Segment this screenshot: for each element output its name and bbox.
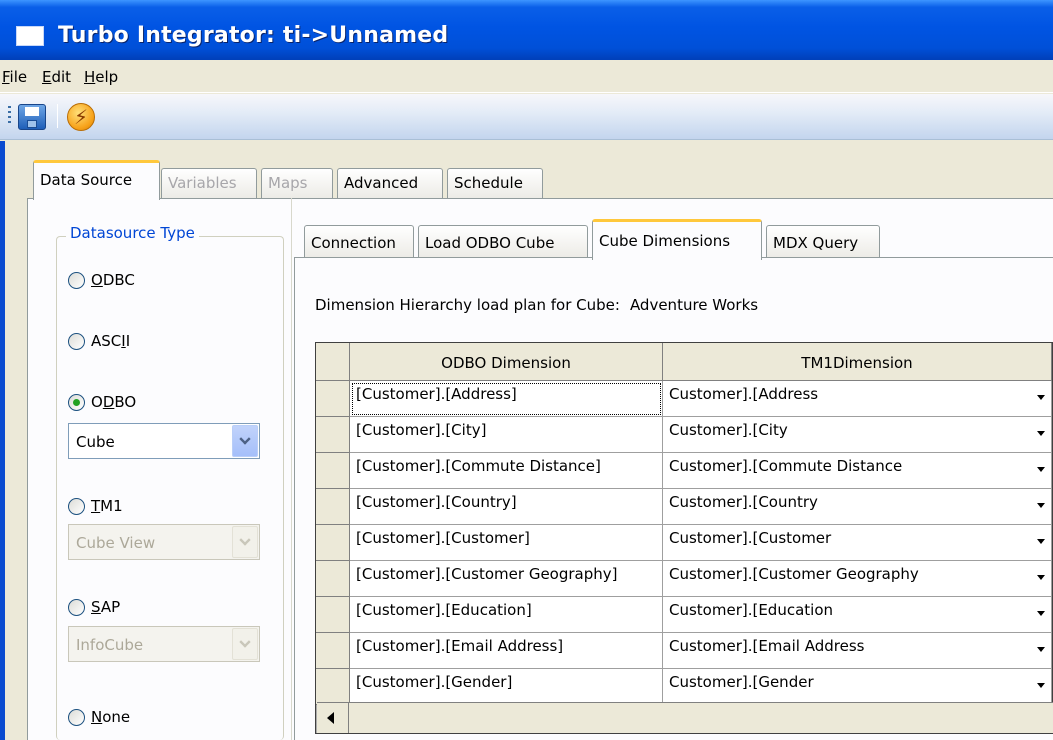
cell-odbo-dimension[interactable]: [Customer].[Address] [350, 381, 663, 417]
cell-tm1-dimension[interactable]: Customer].[City [663, 417, 1052, 453]
radio-button[interactable] [68, 709, 85, 726]
panel-divider [291, 198, 292, 740]
cell-tm1-dimension[interactable]: Customer].[Gender [663, 669, 1052, 705]
dropdown-arrow-icon[interactable] [1037, 647, 1045, 652]
menu-edit[interactable]: Edit [42, 68, 71, 86]
cell-tm1-dimension[interactable]: Customer].[Country [663, 489, 1052, 525]
cell-odbo-dimension[interactable]: [Customer].[Country] [350, 489, 663, 525]
cube-name: Adventure Works [629, 296, 759, 314]
row-header[interactable] [316, 633, 350, 669]
datasource-type-group [56, 236, 284, 740]
window-icon [16, 26, 44, 46]
menu-help[interactable]: Help [84, 68, 118, 86]
menu-bar: File Edit Help [0, 60, 1053, 93]
toolbar-grip[interactable] [8, 106, 11, 126]
cell-text: Customer].[Address [669, 385, 819, 403]
cell-text: Customer].[Gender [669, 673, 814, 691]
cell-odbo-dimension[interactable]: [Customer].[Gender] [350, 669, 663, 705]
grid-corner [316, 343, 350, 381]
row-header[interactable] [316, 489, 350, 525]
cell-text: Customer].[Education [669, 601, 834, 619]
radio-button[interactable] [68, 272, 85, 289]
tab-advanced[interactable]: Advanced [337, 168, 443, 198]
cell-tm1-dimension[interactable]: Customer].[Education [663, 597, 1052, 633]
cell-tm1-dimension[interactable]: Customer].[Customer [663, 525, 1052, 561]
dropdown-arrow-icon[interactable] [1037, 683, 1045, 688]
cell-text: Customer].[Customer [669, 529, 832, 547]
chevron-down-icon[interactable] [232, 425, 258, 457]
row-header[interactable] [316, 669, 350, 705]
cell-text: Customer].[Commute Distance [669, 457, 903, 475]
scroll-left-icon[interactable] [317, 703, 349, 733]
dropdown-arrow-icon[interactable] [1037, 575, 1045, 580]
dropdown-arrow-icon[interactable] [1037, 503, 1045, 508]
radio-button[interactable] [68, 498, 85, 515]
radio-button-checked[interactable] [68, 394, 85, 411]
tab-mdx-query[interactable]: MDX Query [766, 225, 880, 258]
radio-button[interactable] [68, 333, 85, 350]
row-header[interactable] [316, 417, 350, 453]
save-icon[interactable] [18, 104, 46, 130]
dimension-grid[interactable]: ODBO Dimension TM1Dimension [Customer].[… [315, 342, 1053, 734]
chevron-down-icon [232, 526, 258, 558]
cell-odbo-dimension[interactable]: [Customer].[Education] [350, 597, 663, 633]
cell-tm1-dimension[interactable]: Customer].[Email Address [663, 633, 1052, 669]
cell-text: Customer].[Country [669, 493, 818, 511]
menu-file[interactable]: File [2, 68, 27, 86]
cell-odbo-dimension[interactable]: [Customer].[Email Address] [350, 633, 663, 669]
tm1-type-select: Cube View [68, 524, 260, 560]
cell-tm1-dimension[interactable]: Customer].[Address [663, 381, 1052, 417]
horizontal-scrollbar[interactable] [317, 702, 1053, 733]
cell-text: Customer].[City [669, 421, 788, 439]
toolbar: ⚡ [0, 94, 1053, 140]
datasource-type-title: Datasource Type [66, 224, 199, 242]
tab-data-source[interactable]: Data Source [33, 160, 160, 200]
cell-tm1-dimension[interactable]: Customer].[Customer Geography [663, 561, 1052, 597]
dropdown-arrow-icon[interactable] [1037, 467, 1045, 472]
column-header-odbo-dimension[interactable]: ODBO Dimension [350, 343, 663, 381]
toolbar-separator [57, 104, 58, 128]
window-border [0, 141, 5, 740]
cell-odbo-dimension[interactable]: [Customer].[City] [350, 417, 663, 453]
dropdown-arrow-icon[interactable] [1037, 395, 1045, 400]
radio-button[interactable] [68, 599, 85, 616]
cell-text: Customer].[Email Address [669, 637, 865, 655]
load-plan-label: Dimension Hierarchy load plan for Cube: A… [315, 296, 759, 314]
tab-load-odbo-cube[interactable]: Load ODBO Cube [418, 225, 588, 258]
title-bar[interactable]: Turbo Integrator: ti->Unnamed [0, 0, 1053, 60]
cell-odbo-dimension[interactable]: [Customer].[Customer] [350, 525, 663, 561]
row-header[interactable] [316, 453, 350, 489]
tab-schedule[interactable]: Schedule [447, 168, 543, 198]
row-header[interactable] [316, 525, 350, 561]
dropdown-arrow-icon[interactable] [1037, 431, 1045, 436]
column-header-tm1-dimension[interactable]: TM1Dimension [663, 343, 1052, 381]
row-header[interactable] [316, 381, 350, 417]
cell-tm1-dimension[interactable]: Customer].[Commute Distance [663, 453, 1052, 489]
dropdown-arrow-icon[interactable] [1037, 539, 1045, 544]
dropdown-arrow-icon[interactable] [1037, 611, 1045, 616]
row-header[interactable] [316, 597, 350, 633]
sap-type-select: InfoCube [68, 626, 260, 662]
window-title: Turbo Integrator: ti->Unnamed [58, 23, 449, 48]
tab-connection[interactable]: Connection [304, 225, 414, 258]
tab-cube-dimensions[interactable]: Cube Dimensions [592, 219, 762, 260]
row-header[interactable] [316, 561, 350, 597]
cell-odbo-dimension[interactable]: [Customer].[Customer Geography] [350, 561, 663, 597]
chevron-down-icon [232, 628, 258, 660]
cell-odbo-dimension[interactable]: [Customer].[Commute Distance] [350, 453, 663, 489]
lightning-icon[interactable]: ⚡ [66, 102, 96, 132]
tab-maps[interactable]: Maps [261, 168, 333, 198]
tab-variables[interactable]: Variables [161, 168, 257, 198]
cell-text: Customer].[Customer Geography [669, 565, 919, 583]
odbo-type-select[interactable]: Cube [68, 423, 260, 459]
